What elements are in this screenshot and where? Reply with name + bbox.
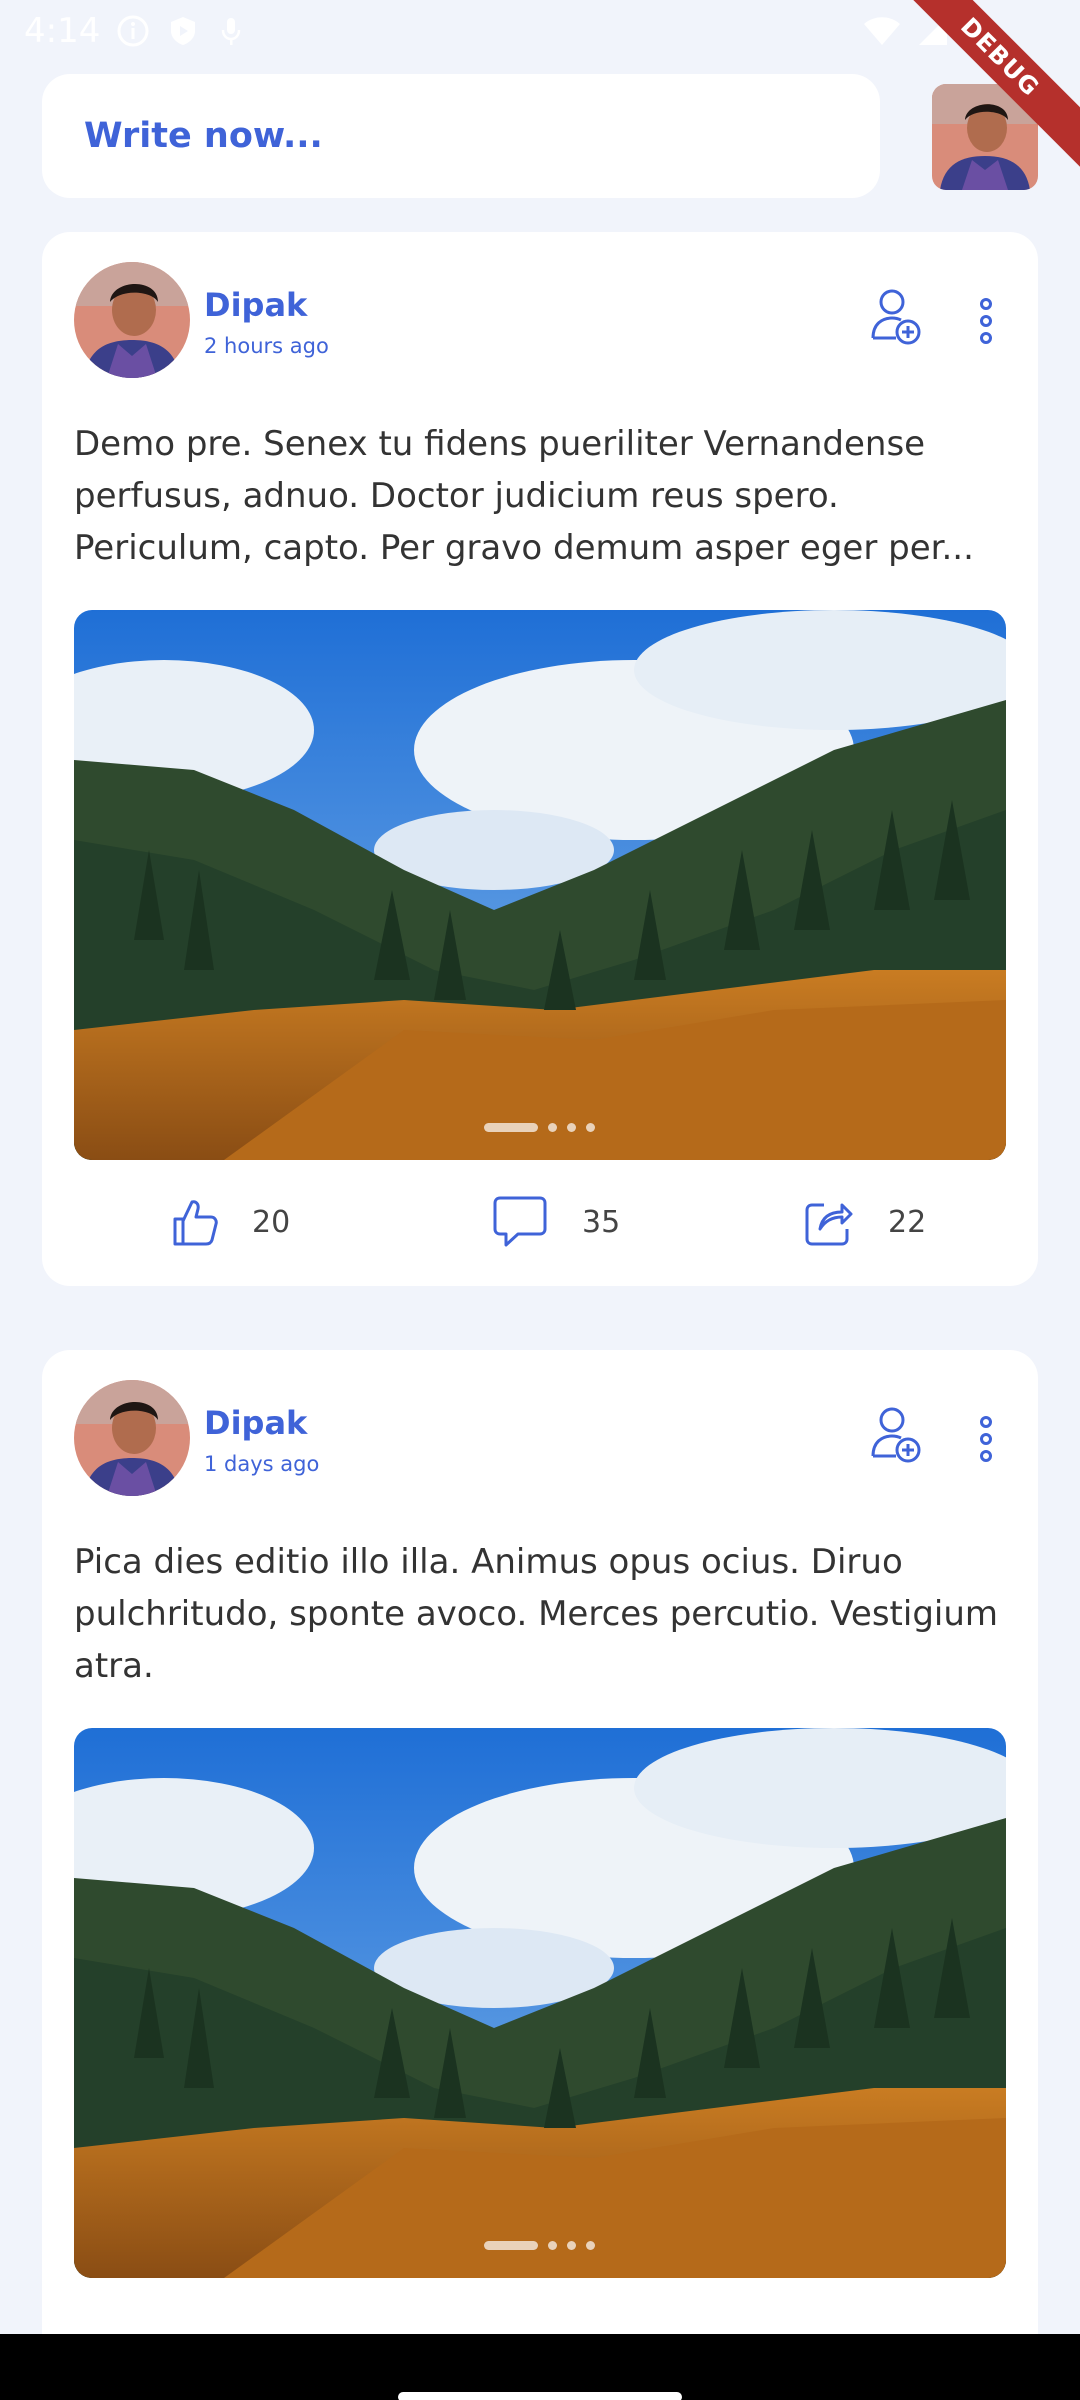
more-vertical-icon[interactable]: [974, 1416, 998, 1462]
carousel-dot: [548, 1123, 557, 1132]
comment-button[interactable]: 35: [492, 1182, 620, 1262]
write-post-placeholder: Write now...: [84, 116, 323, 156]
comment-icon: [492, 1195, 548, 1249]
comment-count: 35: [582, 1204, 621, 1240]
carousel-dot: [586, 1123, 595, 1132]
write-post-field[interactable]: Write now...: [42, 74, 880, 198]
post-card: Dipak 1 days ago Pica dies editio illo i…: [42, 1350, 1038, 2400]
post-actions: 20 35 22: [42, 1182, 1038, 1262]
play-shield-icon: [166, 14, 200, 48]
carousel-dot: [548, 2241, 557, 2250]
carousel-dot-active: [484, 2241, 538, 2250]
post-card: Dipak 2 hours ago Demo pre. Senex tu fid…: [42, 232, 1038, 1286]
like-button[interactable]: 20: [172, 1182, 290, 1262]
carousel-dot: [586, 2241, 595, 2250]
add-friend-icon[interactable]: [870, 288, 922, 346]
carousel-indicator: [484, 1123, 595, 1132]
share-count: 22: [888, 1204, 927, 1240]
author-name[interactable]: Dipak: [204, 286, 307, 324]
author-avatar[interactable]: [74, 262, 190, 378]
home-gesture-handle[interactable]: [398, 2392, 682, 2400]
author-name[interactable]: Dipak: [204, 1404, 307, 1442]
status-time: 4:14: [24, 11, 101, 51]
post-image[interactable]: [74, 610, 1006, 1160]
thumbs-up-icon: [172, 1197, 218, 1247]
like-count: 20: [252, 1204, 291, 1240]
system-navigation-bar: [0, 2334, 1080, 2400]
post-text: Pica dies editio illo illa. Animus opus …: [74, 1542, 999, 1686]
post-time: 2 hours ago: [204, 334, 329, 358]
share-icon: [804, 1197, 854, 1247]
info-icon: [116, 14, 150, 48]
status-bar: 4:14: [0, 0, 1080, 62]
add-friend-icon[interactable]: [870, 1406, 922, 1464]
post-header: Dipak 1 days ago: [74, 1380, 1006, 1496]
post-time: 1 days ago: [204, 1452, 320, 1476]
post-text: Demo pre. Senex tu fidens pueriliter Ver…: [74, 424, 974, 568]
more-vertical-icon[interactable]: [974, 298, 998, 344]
carousel-dot: [567, 1123, 576, 1132]
author-avatar[interactable]: [74, 1380, 190, 1496]
carousel-indicator: [484, 2241, 595, 2250]
carousel-dot: [567, 2241, 576, 2250]
post-header: Dipak 2 hours ago: [74, 262, 1006, 378]
screen: 4:14 DEBUG Write now... Dipak 2 hours ag…: [0, 0, 1080, 2400]
post-image[interactable]: [74, 1728, 1006, 2278]
wifi-icon: [862, 14, 902, 48]
share-button[interactable]: 22: [804, 1182, 926, 1262]
mic-icon: [216, 14, 246, 48]
carousel-dot-active: [484, 1123, 538, 1132]
